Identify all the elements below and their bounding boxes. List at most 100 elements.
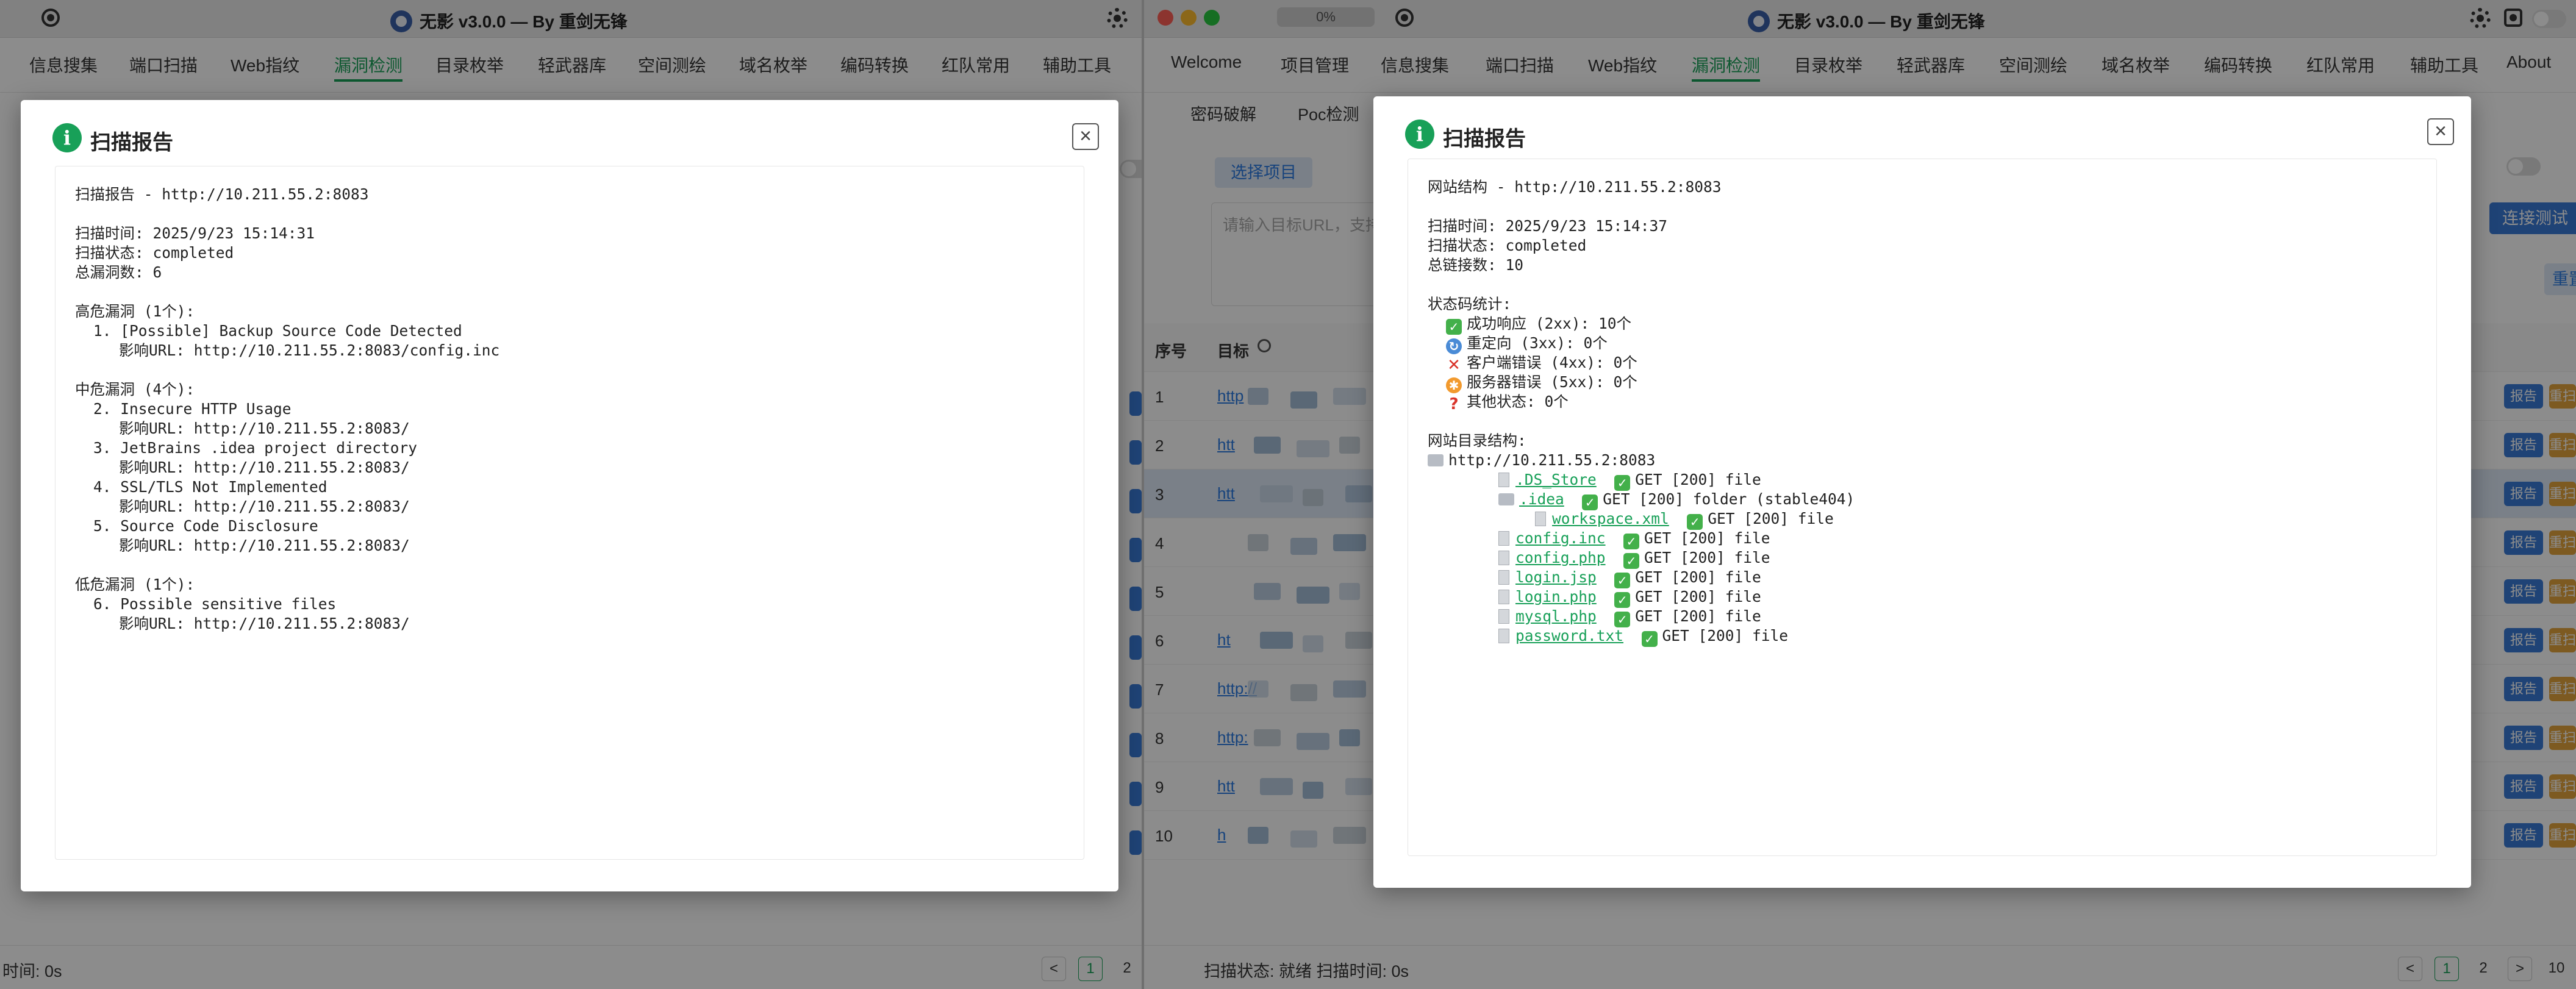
check-icon: ✓ (1687, 514, 1703, 530)
tree-node: config.php ✓ GET [200] file (1428, 548, 2417, 569)
status-stat-line: ✕ 客户端错误 (4xx): 0个 (1428, 353, 2417, 373)
tree-node-link[interactable]: password.txt (1515, 627, 1623, 644)
report-line: 3. JetBrains .idea project directory (93, 439, 418, 457)
tree-node-link[interactable]: login.jsp (1515, 568, 1597, 586)
left-report-body: 扫描报告 - http://10.211.55.2:8083 扫描时间: 2025… (55, 166, 1084, 860)
tree-node-info: GET [200] file (1635, 471, 1761, 488)
tree-node-link[interactable]: .DS_Store (1515, 471, 1597, 488)
folder-icon (1428, 454, 1444, 466)
right-report-body: 网站结构 - http://10.211.55.2:8083 扫描时间: 2025… (1408, 159, 2437, 856)
tree-node-link[interactable]: workspace.xml (1552, 510, 1669, 527)
file-icon (1498, 551, 1509, 565)
status-stat-text: 成功响应 (2xx): 10个 (1467, 315, 1632, 332)
tree-node-link[interactable]: config.php (1515, 549, 1606, 566)
question-icon: ? (1449, 395, 1459, 413)
check-icon: ✓ (1623, 553, 1640, 569)
report-line: 状态码统计: (1428, 295, 1512, 313)
tree-node: .DS_Store ✓ GET [200] file (1428, 470, 2417, 491)
status-stat-text: 重定向 (3xx): 0个 (1467, 334, 1608, 352)
tree-node-link[interactable]: login.php (1515, 588, 1597, 605)
report-line: 1. [Possible] Backup Source Code Detecte… (93, 322, 462, 340)
tree-node: config.inc ✓ GET [200] file (1428, 529, 2417, 549)
tree-node-info: GET [200] file (1708, 510, 1834, 527)
status-stat-line: ✱ 服务器错误 (5xx): 0个 (1428, 373, 2417, 393)
check-icon: ✓ (1623, 534, 1640, 549)
check-icon: ✓ (1614, 612, 1631, 627)
tree-node: workspace.xml ✓ GET [200] file (1428, 509, 2417, 530)
status-stat-text: 其他状态: 0个 (1467, 393, 1569, 410)
right-dialog-close-button[interactable]: × (2427, 118, 2454, 145)
report-line: 总链接数: 10 (1428, 256, 1524, 274)
left-dialog-close-button[interactable]: × (1072, 123, 1099, 150)
report-line: 影响URL: http://10.211.55.2:8083/ (119, 615, 410, 632)
check-icon: ✓ (1641, 631, 1658, 647)
report-line: 网站结构 - http://10.211.55.2:8083 (1428, 178, 1722, 196)
report-line: 扫描状态: completed (75, 244, 234, 262)
folder-icon (1498, 493, 1514, 505)
tree-root: http://10.211.55.2:8083 (1428, 451, 2417, 470)
tree-node: mysql.php ✓ GET [200] file (1428, 607, 2417, 627)
report-line: 高危漏洞 (1个): (75, 302, 195, 320)
tree-node-info: GET [200] file (1662, 627, 1789, 644)
tree-title: 网站目录结构: (1428, 432, 1526, 449)
tree-node: password.txt ✓ GET [200] file (1428, 626, 2417, 647)
report-line: 扫描报告 - http://10.211.55.2:8083 (75, 185, 369, 203)
report-line: 扫描状态: completed (1428, 237, 1587, 254)
report-line: 6. Possible sensitive files (93, 595, 337, 613)
tree-node-link[interactable]: config.inc (1515, 529, 1606, 547)
status-stat-line: ? 其他状态: 0个 (1428, 392, 2417, 412)
report-line: 低危漏洞 (1个): (75, 576, 195, 593)
file-icon (1498, 473, 1509, 487)
right-dialog-title: 扫描报告 (1443, 127, 1526, 151)
tree-node-info: GET [200] file (1635, 588, 1761, 605)
status-stat-text: 服务器错误 (5xx): 0个 (1467, 373, 1637, 391)
burst-icon: ✱ (1446, 377, 1462, 393)
left-app-window: 无影 v3.0.0 — By 重剑无锋 信息搜集 端口扫描 Web指纹 漏洞检测 目录枚… (0, 0, 1142, 989)
tree-node-info: GET [200] folder (stable404) (1603, 490, 1855, 508)
report-line: 总漏洞数: 6 (75, 263, 162, 281)
check-icon: ✓ (1446, 319, 1462, 335)
tree-node-info: GET [200] file (1644, 549, 1770, 566)
check-icon: ✓ (1582, 494, 1598, 510)
report-line: 4. SSL/TLS Not Implemented (93, 478, 327, 496)
info-icon: i (52, 123, 82, 152)
file-icon (1498, 590, 1509, 604)
file-icon (1535, 512, 1546, 526)
tree-node-info: GET [200] file (1635, 568, 1761, 586)
report-line: 影响URL: http://10.211.55.2:8083/ (119, 537, 410, 554)
tree-root-url: http://10.211.55.2:8083 (1448, 451, 1656, 469)
tree-node: login.jsp ✓ GET [200] file (1428, 568, 2417, 588)
file-icon (1498, 629, 1509, 643)
tree-node-info: GET [200] file (1644, 529, 1770, 547)
cross-icon: ✕ (1447, 356, 1461, 374)
file-icon (1498, 531, 1509, 546)
report-line: 影响URL: http://10.211.55.2:8083/ (119, 459, 410, 476)
info-icon: i (1405, 120, 1434, 149)
report-line: 2. Insecure HTTP Usage (93, 400, 292, 418)
report-line: 扫描时间: 2025/9/23 15:14:37 (1428, 217, 1668, 235)
tree-node: login.php ✓ GET [200] file (1428, 587, 2417, 608)
report-line: 扫描时间: 2025/9/23 15:14:31 (75, 224, 315, 242)
report-line: 影响URL: http://10.211.55.2:8083/ (119, 498, 410, 515)
left-dialog-title: 扫描报告 (90, 131, 173, 154)
tree-node-link[interactable]: .idea (1519, 490, 1564, 508)
left-scan-report-dialog: i 扫描报告 × 扫描报告 - http://10.211.55.2:8083 扫… (21, 100, 1118, 891)
tree-node-info: GET [200] file (1635, 607, 1761, 625)
tree-node-link[interactable]: mysql.php (1515, 607, 1597, 625)
report-line: 中危漏洞 (4个): (75, 380, 195, 398)
report-line: 影响URL: http://10.211.55.2:8083/ (119, 420, 410, 437)
status-stat-line: ✓ 成功响应 (2xx): 10个 (1428, 314, 2417, 335)
